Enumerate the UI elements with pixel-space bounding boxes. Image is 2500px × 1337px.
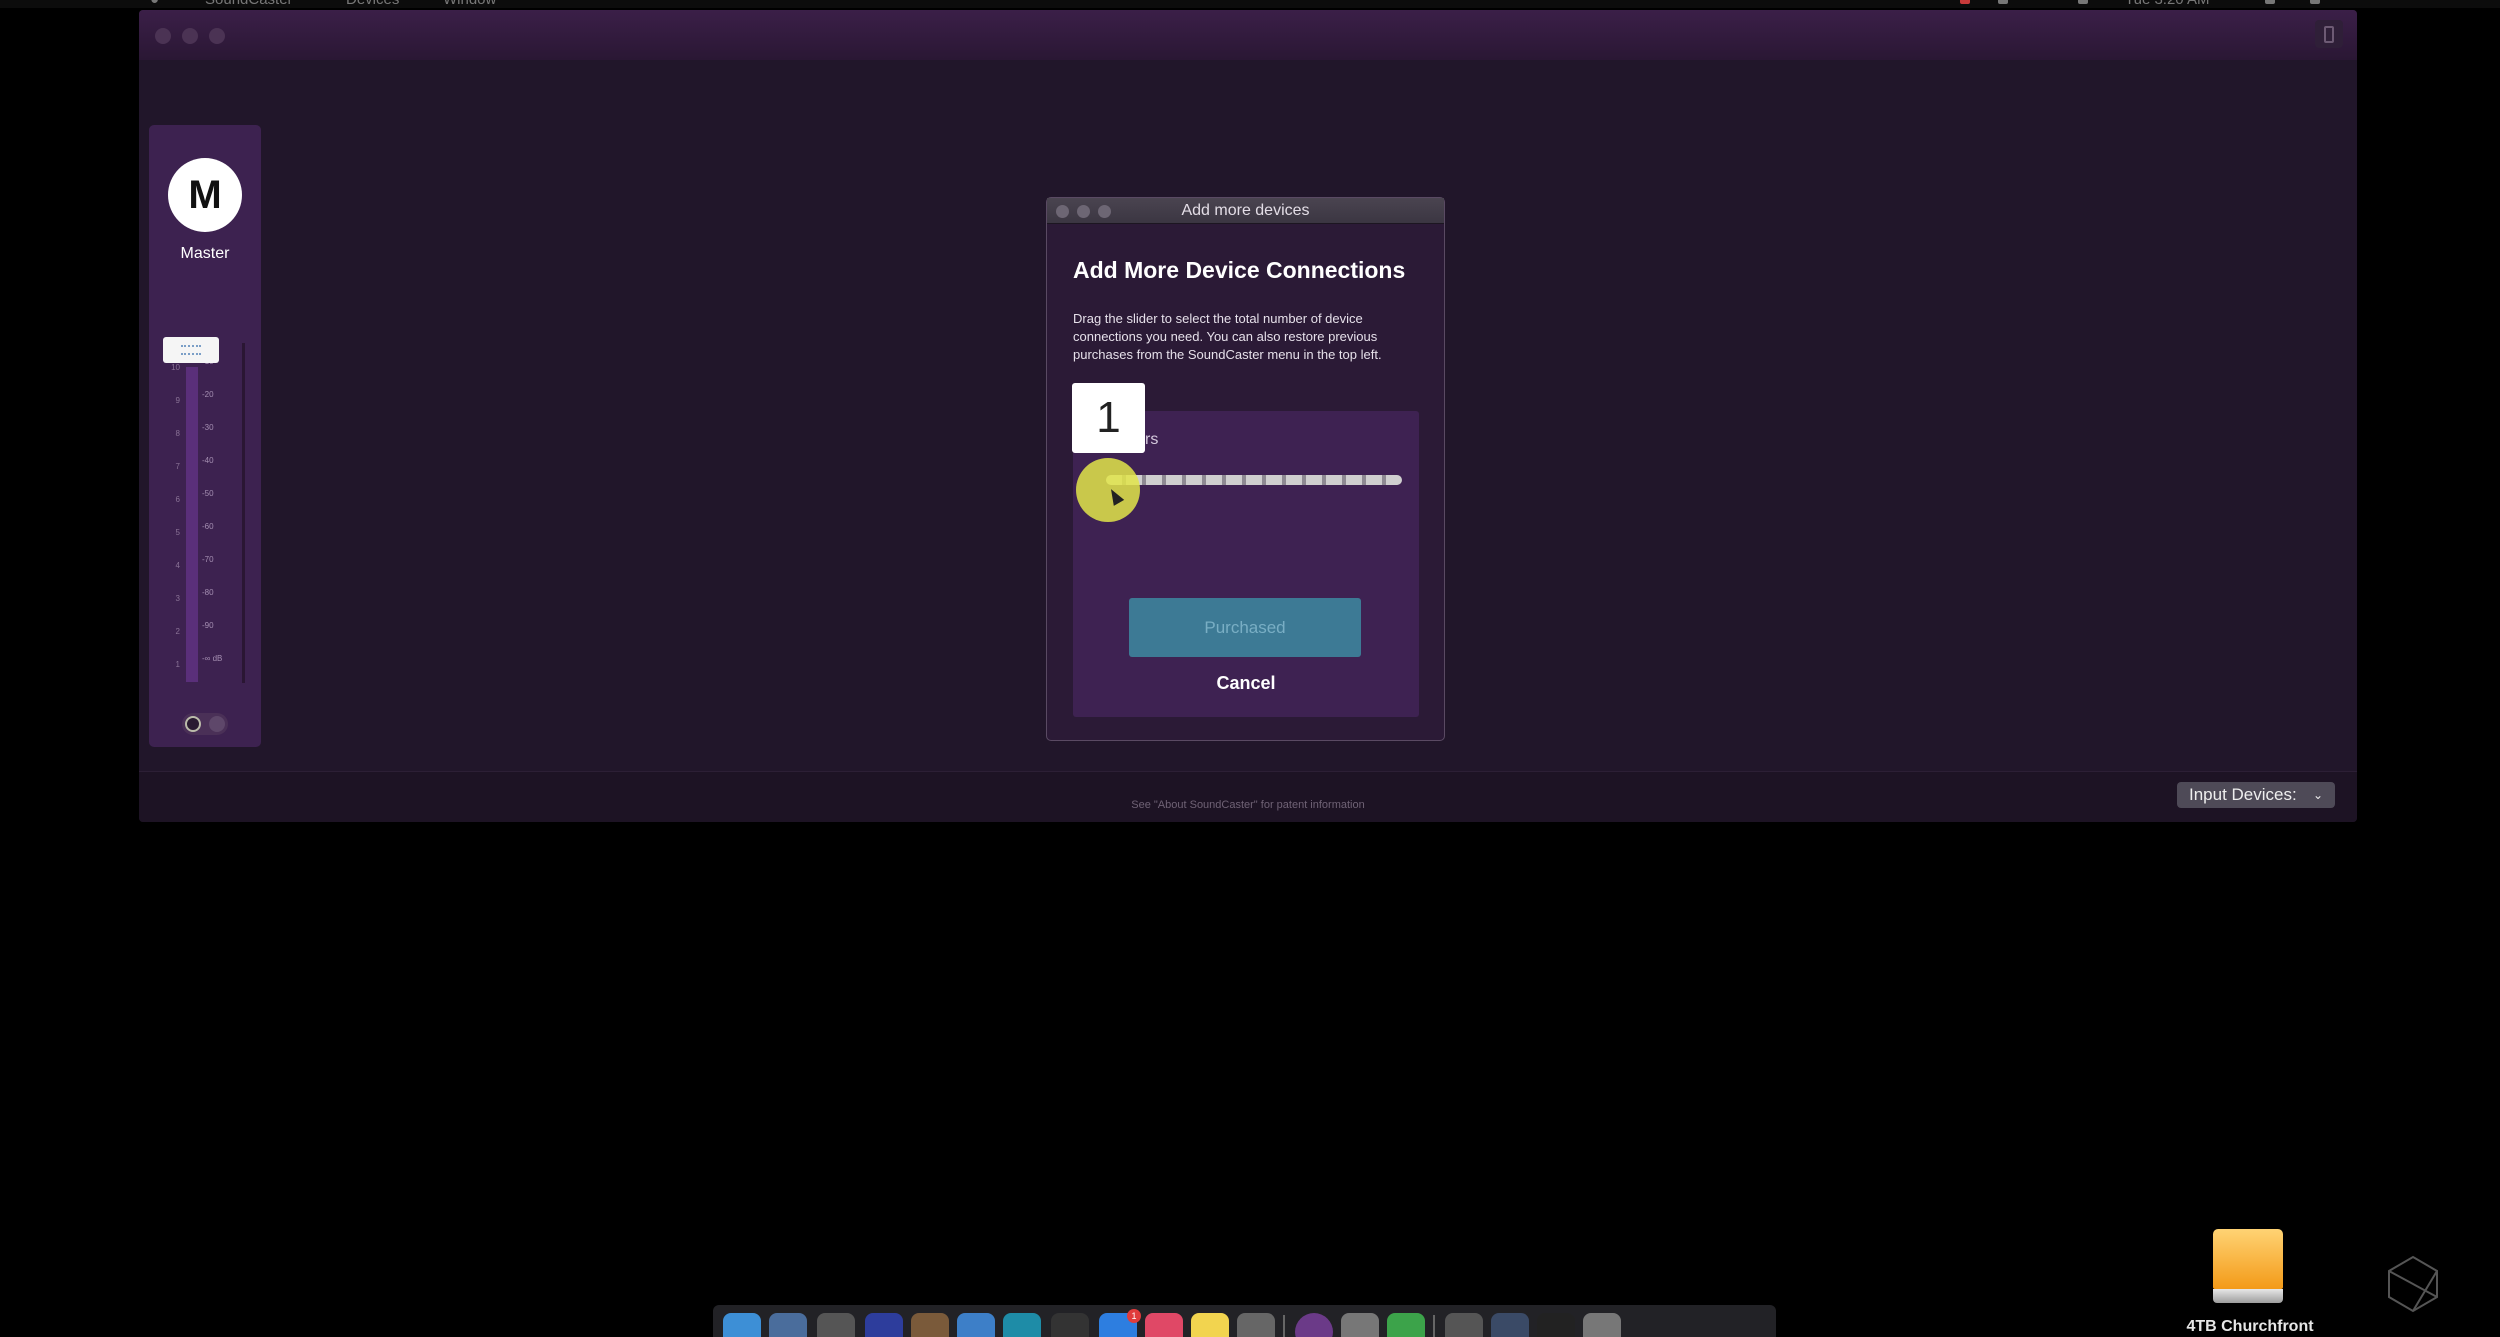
camtasia-icon[interactable]: [1387, 1313, 1425, 1337]
level-meter: [186, 367, 198, 682]
scale-tick: 9: [175, 396, 180, 405]
window-footer: See "About SoundCaster" for patent infor…: [139, 771, 2357, 822]
watermark-logo-icon: [2388, 1255, 2438, 1313]
phone-icon[interactable]: [2315, 20, 2343, 48]
scale-tick: 1: [175, 660, 180, 669]
db-tick: -40: [202, 456, 214, 465]
minimize-button[interactable]: [182, 28, 198, 44]
scale-tick: 5: [175, 528, 180, 537]
device-slider-panel: embers 1 Purchased Cancel: [1072, 383, 1419, 717]
motion-icon[interactable]: [865, 1313, 903, 1337]
external-drive-icon[interactable]: [2213, 1229, 2283, 1305]
dialog-heading: Add More Device Connections: [1073, 257, 1406, 283]
documents-folder-icon[interactable]: [1445, 1313, 1483, 1337]
close-button[interactable]: [155, 28, 171, 44]
input-devices-select[interactable]: Input Devices: ⌄: [2177, 782, 2335, 808]
meter-track: [242, 343, 245, 683]
drive-label[interactable]: 4TB Churchfront: [2150, 1318, 2350, 1336]
utility-icon[interactable]: [1341, 1313, 1379, 1337]
apple-menu-icon[interactable]: ●: [150, 0, 159, 8]
db-tick: -60: [202, 522, 214, 531]
master-channel-strip: M Master 10 9 8 7 6 5 4 3 2 1 -10 -20 -3…: [149, 125, 261, 747]
downloads-folder-icon[interactable]: [1491, 1313, 1529, 1337]
dialog-window-title: Add more devices: [1181, 202, 1310, 219]
menu-devices[interactable]: Devices: [346, 0, 399, 8]
master-label: Master: [180, 245, 230, 262]
chevron-down-icon: ⌄: [2312, 788, 2323, 802]
db-tick: -90: [202, 621, 214, 630]
scale-tick: 10: [171, 363, 180, 372]
list-icon[interactable]: [2310, 0, 2320, 4]
purchased-button[interactable]: Purchased: [1129, 598, 1361, 657]
menu-window[interactable]: Window: [443, 0, 496, 8]
scale-tick: 8: [175, 429, 180, 438]
app-store-badge: 1: [1127, 1309, 1141, 1323]
dock: 1: [713, 1305, 1776, 1337]
dock-separator: [1433, 1315, 1435, 1337]
drive-base: [2213, 1289, 2283, 1303]
input-devices-label: Input Devices:: [2189, 785, 2297, 804]
db-tick: -70: [202, 555, 214, 564]
dock-separator: [1283, 1315, 1285, 1337]
screen-recording-icon[interactable]: [1537, 1313, 1575, 1337]
status-icon[interactable]: [1998, 0, 2008, 4]
window-titlebar: [139, 10, 2357, 60]
scale-tick: 7: [175, 462, 180, 471]
final-cut-pro-icon[interactable]: [769, 1313, 807, 1337]
device-count-slider[interactable]: [1106, 475, 1402, 485]
menu-soundcaster[interactable]: SoundCaster: [205, 0, 293, 8]
soundcaster-icon[interactable]: [1295, 1313, 1333, 1337]
zoom-button[interactable]: [209, 28, 225, 44]
trash-icon[interactable]: [1583, 1313, 1621, 1337]
record-status-icon[interactable]: [1960, 0, 1970, 4]
mute-toggle[interactable]: [182, 713, 228, 735]
db-tick: -50: [202, 489, 214, 498]
audio-app-icon[interactable]: [911, 1313, 949, 1337]
device-count-bubble: 1: [1072, 383, 1145, 453]
compressor-icon[interactable]: [817, 1313, 855, 1337]
finder-icon[interactable]: [723, 1313, 761, 1337]
avatar[interactable]: M: [168, 158, 242, 232]
toggle-ring-icon: [185, 716, 201, 732]
dialog-instructions: Drag the slider to select the total numb…: [1073, 311, 1382, 362]
toggle-knob: [209, 716, 225, 732]
cancel-button[interactable]: Cancel: [1073, 673, 1419, 694]
live-icon[interactable]: [1003, 1313, 1041, 1337]
db-tick: -30: [202, 423, 214, 432]
display-icon[interactable]: [2078, 0, 2088, 4]
db-tick: -20: [202, 390, 214, 399]
notes-icon[interactable]: [1191, 1313, 1229, 1337]
volume-fader-handle[interactable]: [163, 337, 219, 363]
music-icon[interactable]: [1145, 1313, 1183, 1337]
scale-tick: 6: [175, 495, 180, 504]
search-icon[interactable]: [2265, 0, 2275, 4]
safari-icon[interactable]: [957, 1313, 995, 1337]
menu-clock[interactable]: Tue 3:20 AM: [2125, 0, 2210, 8]
scale-tick: 4: [175, 561, 180, 570]
dialog-titlebar: Add more devices: [1047, 198, 1444, 224]
add-devices-dialog: Add more devices Add More Device Connect…: [1046, 197, 1445, 741]
patent-note: See "About SoundCaster" for patent infor…: [1131, 799, 1365, 811]
volume-scale: 10 9 8 7 6 5 4 3 2 1: [164, 363, 180, 693]
system-preferences-icon[interactable]: [1237, 1313, 1275, 1337]
terminal-icon[interactable]: [1051, 1313, 1089, 1337]
menu-bar: ● SoundCaster Devices Window Tue 3:20 AM: [0, 0, 2500, 8]
db-scale: -10 -20 -30 -40 -50 -60 -70 -80 -90 -∞ d…: [202, 357, 232, 687]
scale-tick: 2: [175, 627, 180, 636]
scale-tick: 3: [175, 594, 180, 603]
db-tick: -∞ dB: [202, 654, 223, 663]
db-tick: -80: [202, 588, 214, 597]
drive-body: [2213, 1229, 2283, 1289]
